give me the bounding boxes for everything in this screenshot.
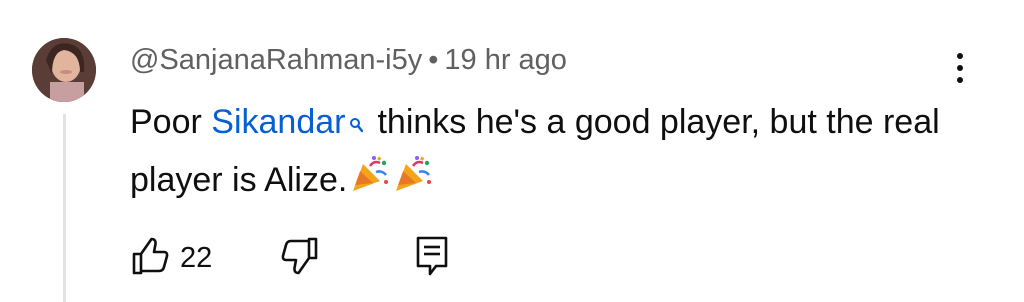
avatar-image: [32, 38, 96, 102]
party-popper-emoji: [350, 154, 390, 211]
thumbs-up-icon: [130, 236, 170, 281]
mention-link[interactable]: Sikandar: [211, 103, 345, 141]
like-count: 22: [180, 241, 213, 274]
party-popper-emoji: [393, 154, 433, 211]
comment-text-before: Poor: [130, 103, 212, 141]
thread-line: [63, 114, 66, 302]
like-button[interactable]: 22: [130, 236, 212, 280]
more-vert-icon-dot: [957, 65, 963, 71]
more-vert-icon-dot: [957, 77, 963, 83]
thumbs-down-icon: [280, 236, 320, 281]
dislike-button[interactable]: [280, 236, 320, 280]
meta-separator: •: [428, 43, 439, 76]
more-vert-icon-dot: [957, 53, 963, 59]
more-options-button[interactable]: [946, 48, 974, 88]
comment-header: @SanjanaRahman-i5y • 19 hr ago: [130, 42, 567, 78]
reply-button[interactable]: [414, 236, 450, 280]
author-name[interactable]: @SanjanaRahman-i5y: [130, 44, 422, 77]
avatar[interactable]: [32, 38, 96, 102]
comment-time[interactable]: 19 hr ago: [444, 44, 567, 77]
reply-icon: [414, 235, 450, 282]
comment-text: Poor Sikandar thinks he's a good player, …: [130, 94, 960, 211]
search-icon[interactable]: [349, 96, 364, 152]
